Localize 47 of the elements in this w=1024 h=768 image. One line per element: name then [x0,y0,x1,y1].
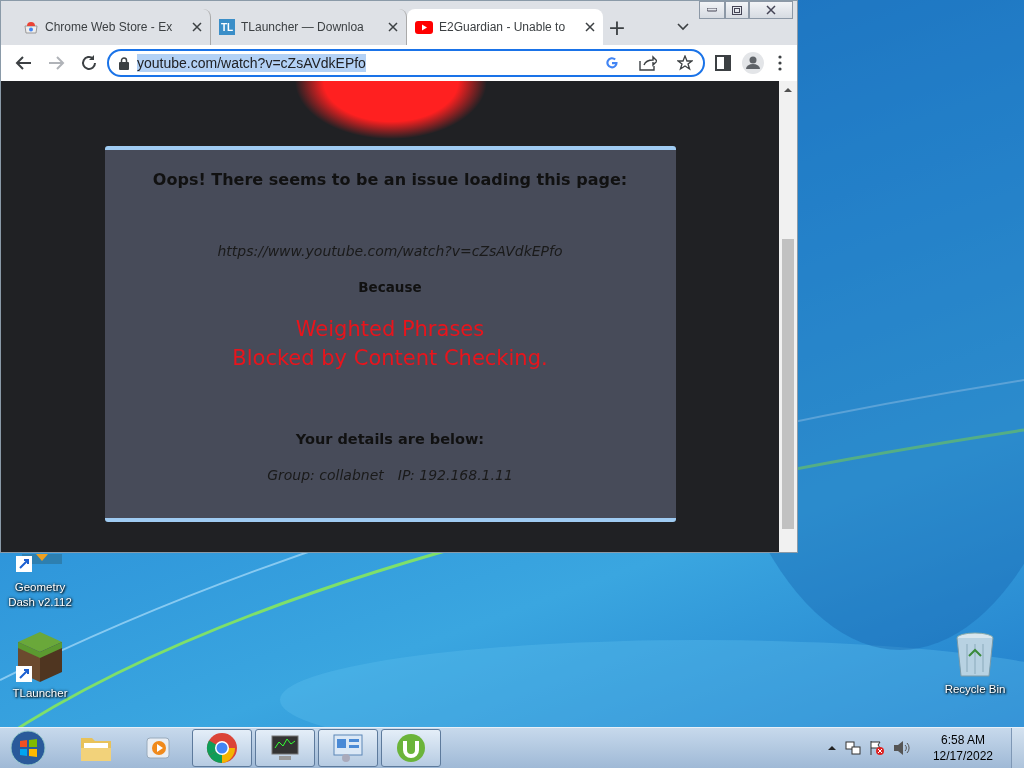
error-heading: Oops! There seems to be an issue loading this page: [152,170,628,189]
group-text: Group: collabnet [267,467,384,483]
flag-icon[interactable] [868,740,885,756]
close-icon[interactable] [388,22,398,32]
close-icon[interactable] [585,22,595,32]
tl-logo-icon: TL [219,19,235,35]
close-icon[interactable] [192,22,202,32]
tab-title: TLauncher — Downloa [241,20,365,34]
tab-title: Chrome Web Store - Ex [45,20,174,34]
start-button[interactable] [8,730,48,766]
lock-icon [119,56,129,70]
chrome-icon [206,732,238,764]
torrent-icon [396,733,426,763]
address-bar[interactable]: youtube.com/watch?v=cZsAVdkEPfo [107,49,705,77]
tab-title: E2Guardian - Unable to [439,20,567,34]
play-logo-icon [415,20,433,34]
speaker-icon[interactable] [892,740,911,756]
because-label: Because [358,279,422,295]
close-icon [766,5,776,15]
address-text: youtube.com/watch?v=cZsAVdkEPfo [137,54,366,72]
recycle-bin-icon [955,632,995,680]
grass-block-icon [16,632,64,684]
share-icon[interactable] [639,55,657,71]
block-reason: Blocked by Content Checking. [232,345,548,372]
new-tab-button[interactable]: + [603,13,631,41]
block-reason: Weighted Phrases [295,316,485,343]
network-icon[interactable] [844,740,861,756]
clock[interactable]: 6:58 AM 12/17/2022 [932,732,993,764]
store-icon [23,19,39,35]
star-icon[interactable] [677,55,693,71]
blocked-url: https://www.youtube.com/watch?v=cZsAVdkEPfo [217,243,563,259]
caret-up-icon[interactable] [826,744,837,752]
monitor-icon [269,734,301,762]
chevron-down-icon[interactable] [677,23,689,31]
restore-icon [732,5,742,15]
details-heading: Your details are below: [295,431,485,447]
control-panel-icon [332,733,364,763]
scroll-up-icon[interactable] [783,85,793,95]
profile-icon[interactable] [741,51,765,75]
scrollbar[interactable] [779,81,797,552]
ip-text: IP: 192.168.1.11 [397,467,513,483]
taskbar-app[interactable] [255,729,315,767]
minimize-icon [707,8,717,12]
google-icon[interactable] [605,56,619,70]
media-player-icon [145,734,173,762]
browser-tab[interactable]: E2Guardian - Unable to [407,9,603,45]
maximize-button[interactable] [725,1,749,19]
